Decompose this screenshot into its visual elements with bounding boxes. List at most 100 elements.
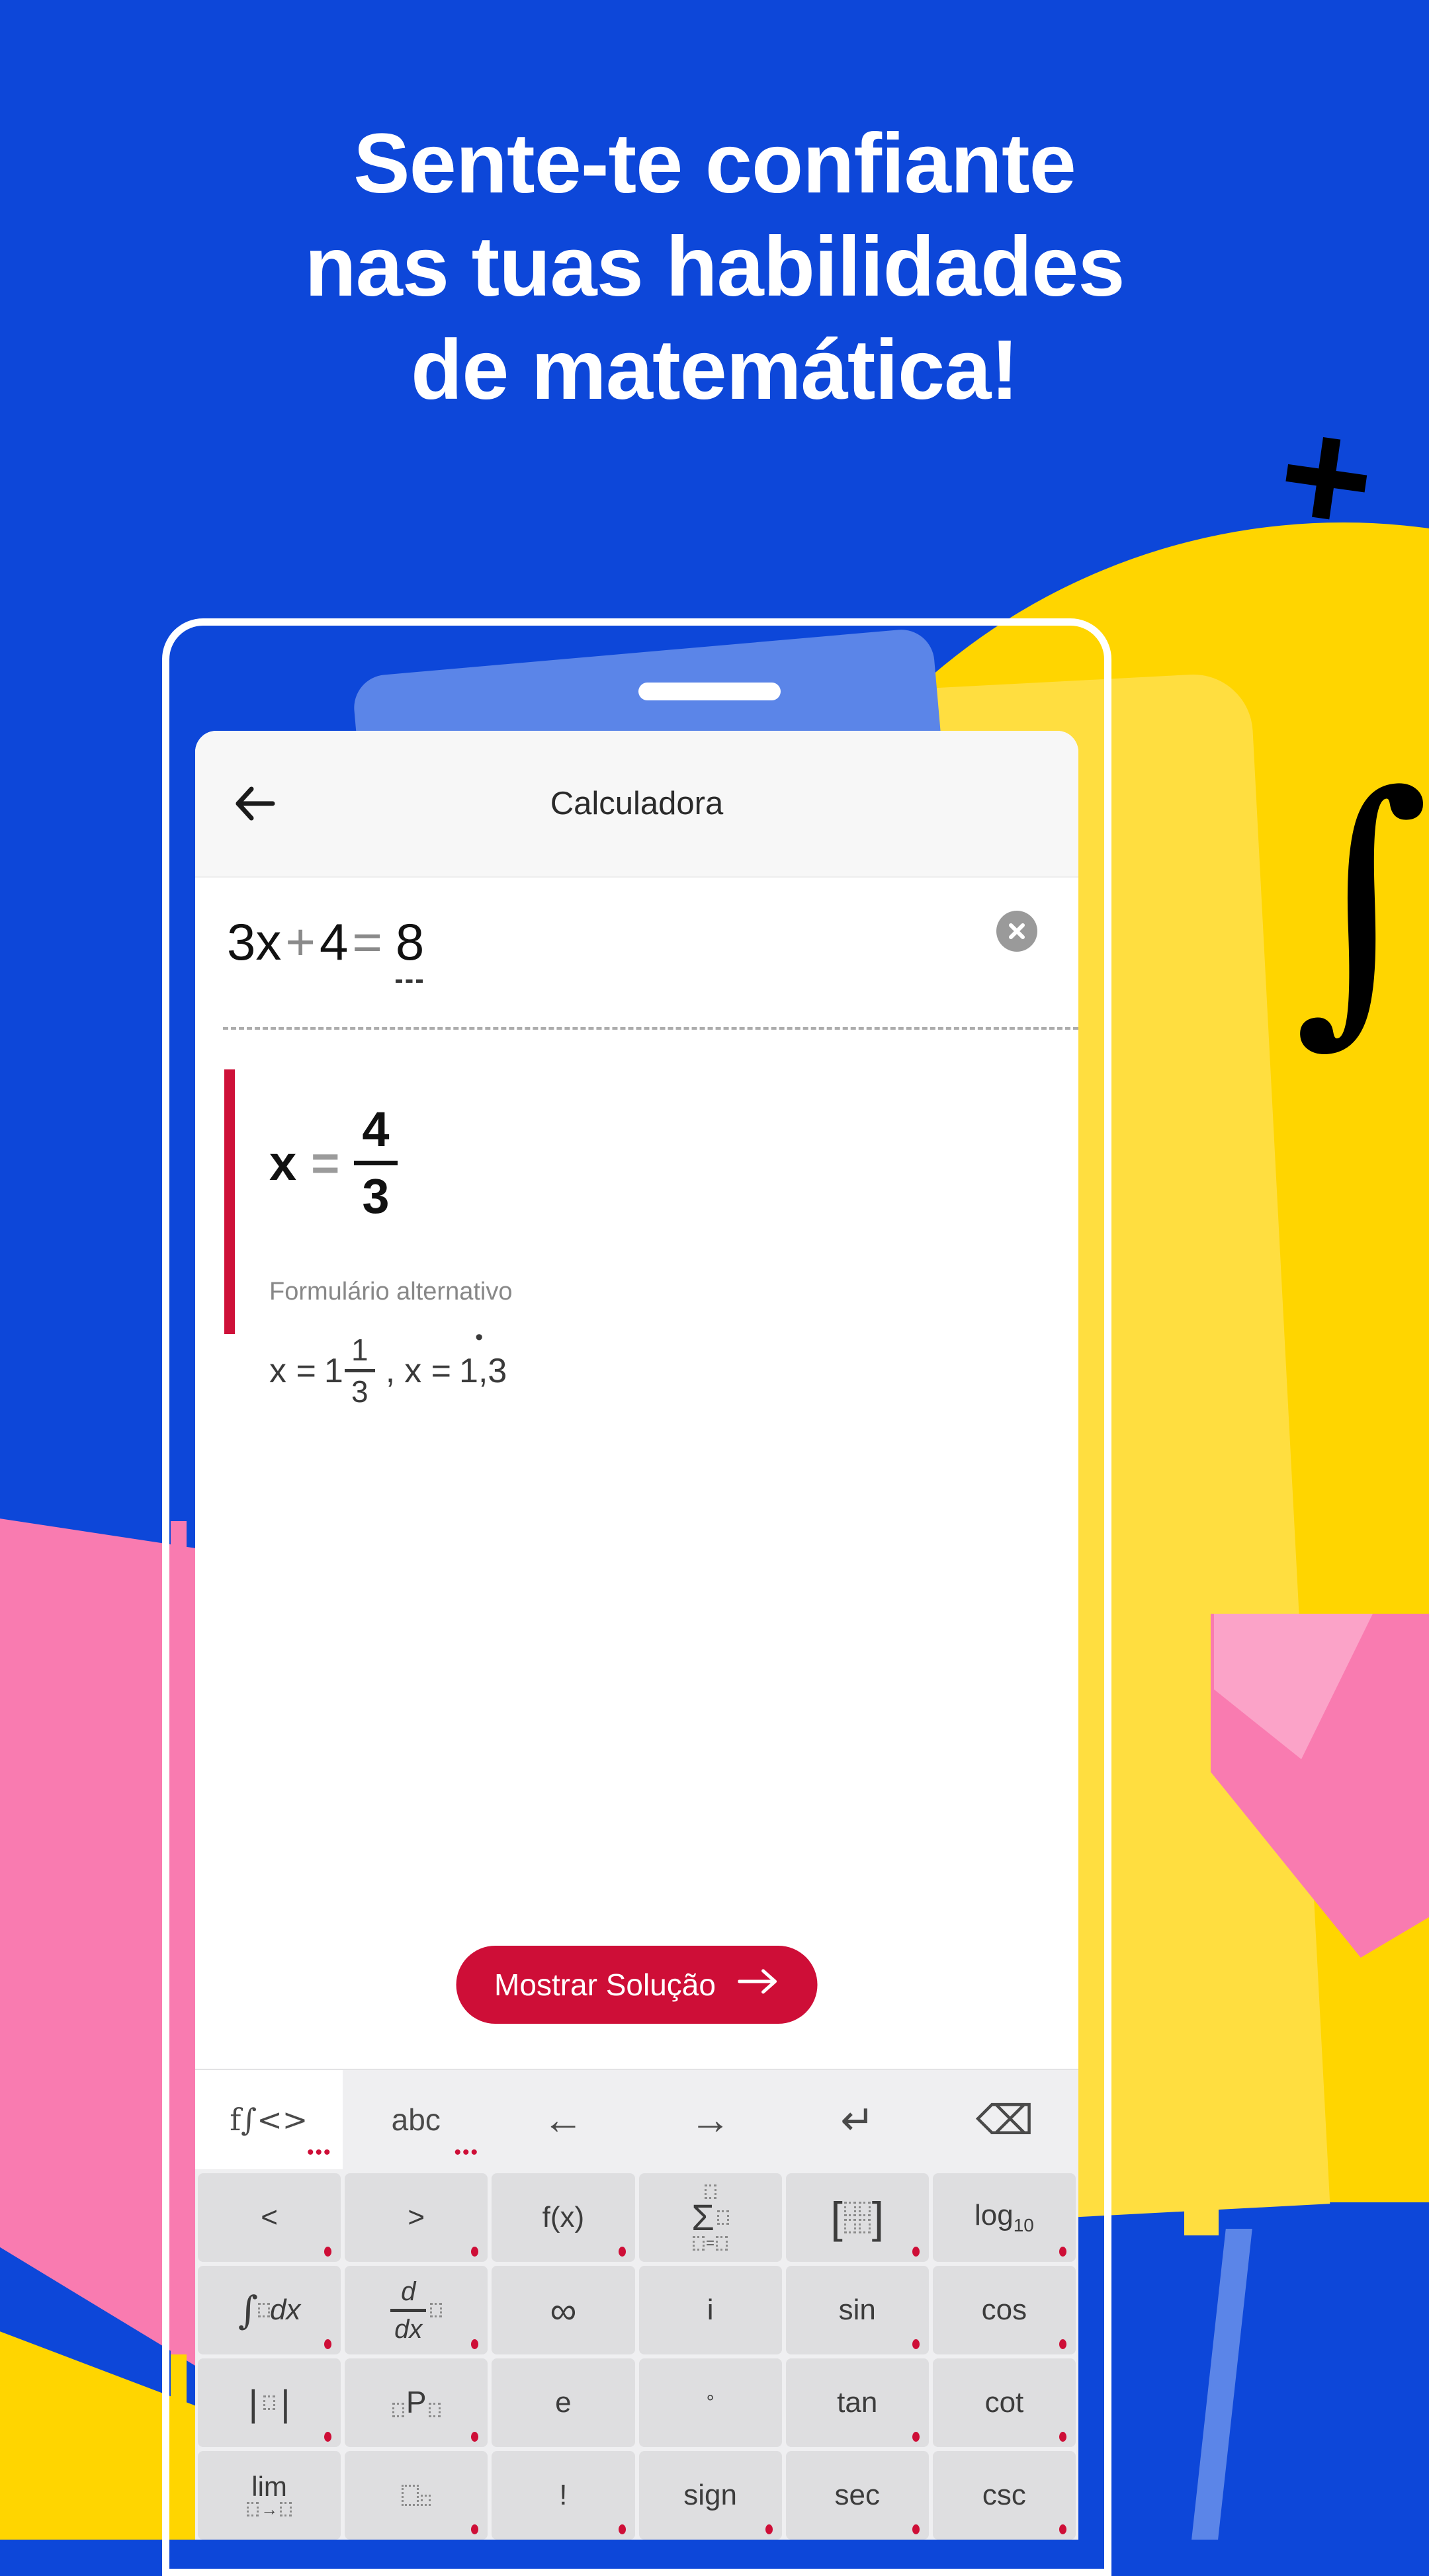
key-subscript[interactable] <box>345 2451 488 2540</box>
key-infinity[interactable]: ∞ <box>492 2266 635 2354</box>
key-longpress-dot <box>912 2247 920 2257</box>
key-csc-label: csc <box>982 2479 1026 2511</box>
keyboard-row-3: | | P e ° tan cot <box>195 2354 1078 2447</box>
key-longpress-dot <box>1059 2524 1066 2534</box>
key-matrix-glyph: [ ] <box>830 2193 885 2242</box>
tab-abc-label: abc <box>391 2102 441 2137</box>
tab-abc[interactable]: abc ••• <box>343 2070 490 2169</box>
cursor-left-icon[interactable]: ← <box>490 2070 637 2169</box>
key-permutation[interactable]: P <box>345 2358 488 2447</box>
result-numerator: 4 <box>362 1102 390 1157</box>
keyboard-row-2: ∫ dx d dx ∞ i sin cos <box>195 2262 1078 2354</box>
alt-form-1-whole: 1 <box>324 1351 343 1390</box>
key-csc[interactable]: csc <box>932 2451 1076 2540</box>
key-factorial[interactable]: ! <box>492 2451 635 2540</box>
key-absolute[interactable]: | | <box>198 2358 341 2447</box>
key-summation[interactable]: Σ = <box>638 2173 782 2262</box>
expr-term-2: 4 <box>319 913 349 971</box>
key-longpress-dot <box>765 2524 773 2534</box>
key-longpress-dot <box>618 2247 626 2257</box>
backspace-icon[interactable]: ⌫ <box>931 2070 1079 2169</box>
result-fraction: 4 3 <box>354 1102 398 1222</box>
key-subscript-glyph <box>402 2485 431 2506</box>
key-degree-label: ° <box>706 2391 714 2413</box>
key-longpress-dot <box>618 2524 626 2534</box>
headline-line-3: de matemática! <box>411 323 1019 418</box>
tab-abc-dots: ••• <box>454 2141 479 2163</box>
result-primary: x = 4 3 <box>269 1104 398 1222</box>
tab-math[interactable]: f∫<> ••• <box>195 2070 343 2169</box>
key-degree[interactable]: ° <box>638 2358 782 2447</box>
app-bar: Calculadora <box>195 731 1078 878</box>
key-longpress-dot <box>471 2339 479 2349</box>
page-title: Calculadora <box>550 786 724 821</box>
key-greater-than[interactable]: > <box>345 2173 488 2262</box>
alt-form-1-numerator: 1 <box>351 1333 368 1367</box>
math-keyboard: f∫<> ••• abc ••• ← → ↵ ⌫ < > f(x) Σ = [… <box>195 2069 1078 2540</box>
tab-math-dots: ••• <box>306 2141 332 2163</box>
headline-line-2: nas tuas habilidades <box>304 220 1125 315</box>
key-less-than-label: < <box>261 2201 278 2233</box>
alt-form-1-fraction: 1 3 <box>344 1333 375 1408</box>
key-integral[interactable]: ∫ dx <box>198 2266 341 2354</box>
key-function-label: f(x) <box>542 2201 585 2233</box>
key-euler-label: e <box>555 2386 572 2419</box>
cursor-right-icon[interactable]: → <box>637 2070 785 2169</box>
key-less-than[interactable]: < <box>198 2173 341 2262</box>
key-longpress-dot <box>912 2524 920 2534</box>
expr-term-3: = <box>352 913 382 971</box>
arrow-right-icon <box>738 1967 779 2003</box>
show-solution-button[interactable]: Mostrar Solução <box>456 1946 818 2024</box>
result-accent-bar <box>224 1069 235 1334</box>
key-longpress-dot <box>912 2339 920 2349</box>
key-longpress-dot <box>324 2432 332 2442</box>
fraction-bar <box>354 1160 398 1165</box>
expression-input-area[interactable]: 3x + 4 = 8 <box>195 878 1078 1030</box>
expr-term-0: 3x <box>227 913 282 971</box>
key-longpress-dot <box>471 2247 479 2257</box>
alt-forms-separator: , <box>385 1351 396 1390</box>
key-longpress-dot <box>1059 2432 1066 2442</box>
alternative-form-label: Formulário alternativo <box>269 1278 513 1306</box>
key-tan[interactable]: tan <box>785 2358 929 2447</box>
key-sign[interactable]: sign <box>638 2451 782 2540</box>
headline-line-1: Sente-te confiante <box>353 116 1076 211</box>
key-longpress-dot <box>912 2432 920 2442</box>
key-cos[interactable]: cos <box>932 2266 1076 2354</box>
blue-bottom-right <box>1217 2229 1429 2540</box>
keyboard-toolbar: f∫<> ••• abc ••• ← → ↵ ⌫ <box>195 2070 1078 2169</box>
key-longpress-dot <box>471 2524 479 2534</box>
backspace-label: ⌫ <box>975 2097 1034 2143</box>
expr-term-4: 8 <box>386 912 424 983</box>
key-greater-than-label: > <box>408 2201 425 2233</box>
key-sec-label: sec <box>834 2479 880 2511</box>
key-longpress-dot <box>1059 2247 1066 2257</box>
key-log10[interactable]: log10 <box>932 2173 1076 2262</box>
show-solution-label: Mostrar Solução <box>494 1968 716 2002</box>
key-limit[interactable]: lim → <box>198 2451 341 2540</box>
key-cot[interactable]: cot <box>932 2358 1076 2447</box>
key-euler[interactable]: e <box>492 2358 635 2447</box>
key-sign-label: sign <box>683 2479 737 2511</box>
promo-headline: Sente-te confiante nas tuas habilidades … <box>0 112 1429 422</box>
integral-symbol-decoration: ∫ <box>1278 733 1429 1072</box>
key-function[interactable]: f(x) <box>492 2173 635 2262</box>
key-imaginary[interactable]: i <box>638 2266 782 2354</box>
cursor-right-label: → <box>689 2097 731 2143</box>
key-cos-label: cos <box>981 2294 1027 2326</box>
result-equals: = <box>311 1135 340 1190</box>
key-longpress-dot <box>471 2432 479 2442</box>
key-matrix[interactable]: [ ] <box>785 2173 929 2262</box>
key-sec[interactable]: sec <box>785 2451 929 2540</box>
keyboard-row-1: < > f(x) Σ = [] log10 <box>195 2169 1078 2262</box>
result-area: x = 4 3 Formulário alternativo x = 1 1 3… <box>195 1030 1078 2069</box>
key-longpress-dot <box>324 2247 332 2257</box>
key-summation-glyph: Σ = <box>691 2184 729 2251</box>
phone-speaker <box>638 683 781 700</box>
key-longpress-dot <box>1059 2339 1066 2349</box>
enter-icon[interactable]: ↵ <box>784 2070 931 2169</box>
alternative-forms: x = 1 1 3 , x = 1,3 <box>269 1334 507 1408</box>
key-derivative[interactable]: d dx <box>345 2266 488 2354</box>
clear-circle-x-icon[interactable] <box>996 911 1037 952</box>
key-sin[interactable]: sin <box>785 2266 929 2354</box>
